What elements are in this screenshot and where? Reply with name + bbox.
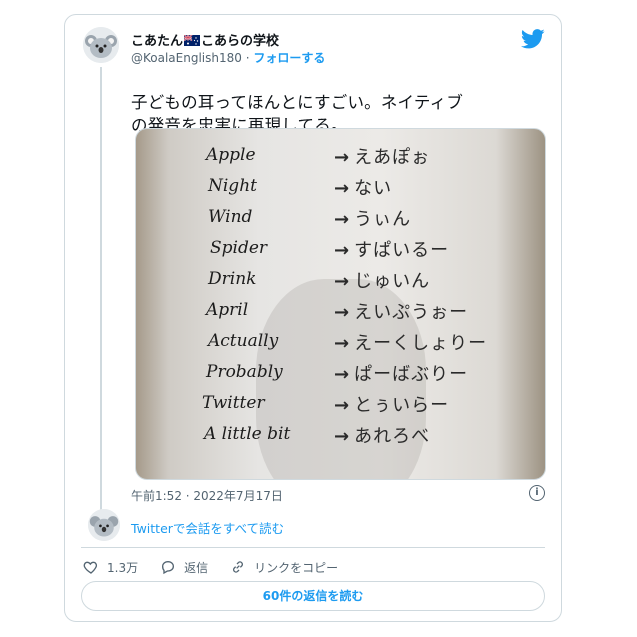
like-button[interactable]: 1.3万 [83, 559, 138, 576]
timestamp[interactable]: 午前1:52 · 2022年7月17日 [131, 487, 283, 504]
photo-english-word: Probably [206, 362, 283, 382]
australia-flag-icon [184, 35, 201, 46]
copy-link-button[interactable]: リンクをコピー [230, 559, 338, 576]
photo-english-word: April [206, 300, 249, 320]
photo-japanese-text: じゅいん [354, 271, 431, 292]
author-name[interactable]: こあたん こあらの学校 [131, 30, 279, 49]
photo-japanese-reading: → すぱいるー [334, 236, 449, 262]
arrow-mark: → [334, 333, 351, 354]
handle-row: @KoalaEnglish180 · フォローする [131, 49, 325, 66]
photo-japanese-reading: → あれろべ [334, 422, 430, 448]
photo-japanese-reading: → えーくしょりー [334, 329, 487, 355]
photo-japanese-reading: → ない [334, 174, 392, 200]
photo-japanese-reading: → とぅいらー [334, 391, 449, 417]
photo-japanese-text: えーくしょりー [354, 333, 488, 354]
arrow-mark: → [334, 364, 351, 385]
link-icon [233, 561, 244, 573]
photo-japanese-reading: → えあぽぉ [334, 143, 430, 169]
handle-separator: · [245, 51, 250, 65]
photo-japanese-text: えいぷうぉー [354, 302, 469, 323]
photo-japanese-text: うぃん [354, 209, 412, 230]
photo-english-word: Wind [208, 207, 253, 227]
photo-japanese-text: ぱーばぶりー [354, 364, 469, 385]
copy-link-label: リンクをコピー [254, 560, 339, 575]
reply-button[interactable]: 返信 [160, 559, 208, 576]
action-bar: 1.3万 返信 リンクをコピー [83, 557, 360, 577]
tweet-card: こあたん こあらの学校 @KoalaEnglish180 · フォローする 子ども… [64, 14, 562, 622]
follow-button[interactable]: フォローする [253, 51, 325, 65]
photo-japanese-text: ない [354, 178, 393, 199]
arrow-mark: → [334, 178, 351, 199]
author-name-part2: こあらの学校 [201, 34, 280, 49]
read-replies-button[interactable]: 60件の返信を読む [81, 581, 545, 611]
photo-japanese-text: とぅいらー [354, 395, 450, 416]
photo-japanese-reading: → うぃん [334, 205, 411, 231]
photo-japanese-text: あれろべ [354, 426, 431, 447]
arrow-mark: → [334, 426, 351, 447]
reply-label: 返信 [184, 560, 209, 575]
arrow-mark: → [334, 302, 351, 323]
arrow-mark: → [334, 209, 351, 230]
photo-english-word: Actually [208, 331, 279, 351]
arrow-mark: → [334, 271, 351, 292]
thread-line [100, 67, 102, 511]
reply-bubble-icon [162, 560, 175, 575]
conversation-avatar [88, 509, 120, 541]
author-name-part1: こあたん [131, 34, 184, 49]
photo-english-word: Drink [208, 269, 257, 289]
author-avatar[interactable] [83, 27, 119, 63]
tweet-photo[interactable]: Apple → えあぽぉ Night → ない Wind → うぃん Spider → すぱいるー Dr… [135, 128, 546, 480]
arrow-mark: → [334, 240, 351, 261]
photo-japanese-reading: → えいぷうぉー [334, 298, 468, 324]
photo-japanese-text: えあぽぉ [354, 147, 431, 168]
photo-japanese-reading: → ぱーばぶりー [334, 360, 468, 386]
photo-japanese-text: すぱいるー [354, 240, 450, 261]
like-count: 1.3万 [107, 560, 139, 575]
author-handle[interactable]: @KoalaEnglish180 [131, 51, 242, 65]
photo-english-word: Spider [210, 238, 268, 258]
read-conversation-link[interactable]: Twitterで会話をすべて読む [131, 518, 284, 537]
twitter-bird-icon[interactable] [521, 29, 545, 49]
photo-english-word: Night [208, 176, 257, 196]
info-icon[interactable]: i [529, 485, 545, 501]
heart-icon [83, 561, 98, 574]
divider [81, 547, 545, 548]
photo-japanese-reading: → じゅいん [334, 267, 430, 293]
photo-english-word: Twitter [202, 393, 265, 413]
arrow-mark: → [334, 147, 351, 168]
arrow-mark: → [334, 395, 351, 416]
tweet-text-line1: 子どもの耳ってほんとにすごい。ネイティブ [131, 93, 464, 112]
photo-english-word: Apple [206, 145, 256, 165]
photo-english-word: A little bit [204, 424, 291, 444]
